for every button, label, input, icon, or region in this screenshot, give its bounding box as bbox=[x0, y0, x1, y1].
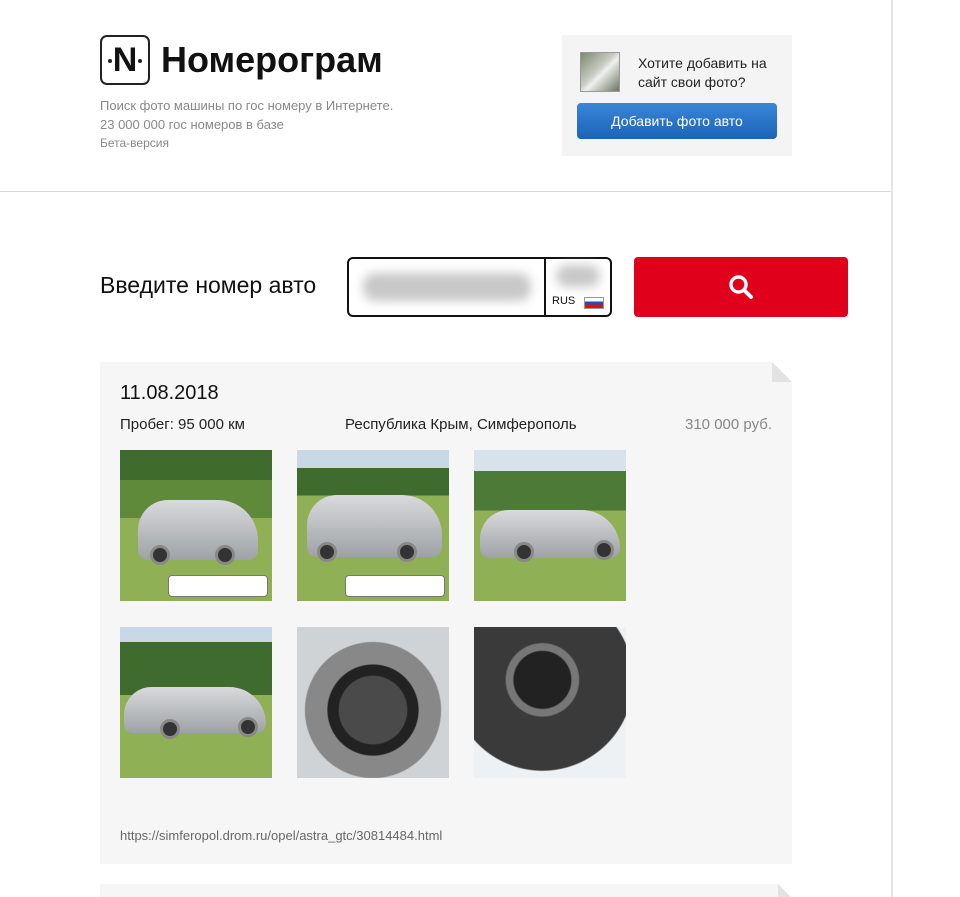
car-photo-4[interactable] bbox=[120, 627, 272, 778]
tagline-line-2: 23 000 000 гос номеров в базе bbox=[100, 117, 284, 132]
listing-mileage: Пробег: 95 000 км bbox=[120, 416, 245, 433]
blurred-plate-tag bbox=[168, 575, 268, 597]
search-icon bbox=[729, 275, 753, 299]
car-photo-2[interactable] bbox=[297, 450, 449, 601]
plate-number-area[interactable] bbox=[349, 259, 546, 315]
car-photo-3[interactable] bbox=[474, 450, 626, 601]
listing-location: Республика Крым, Симферополь bbox=[345, 416, 577, 433]
promo-car-thumbnail bbox=[580, 52, 620, 92]
plate-country-code: RUS bbox=[552, 295, 576, 307]
site-header: N Номерограм Поиск фото машины по гос но… bbox=[0, 0, 891, 192]
card-corner-fold bbox=[772, 362, 792, 382]
car-photo-1[interactable] bbox=[120, 450, 272, 601]
logo-letter: N bbox=[112, 41, 138, 79]
plate-input-field[interactable]: RUS bbox=[347, 257, 612, 317]
russia-flag-icon bbox=[584, 297, 604, 309]
listing-card: 11.08.2018 Пробег: 95 000 км Республика … bbox=[100, 362, 792, 864]
next-listing-card bbox=[100, 884, 792, 897]
plate-region-area[interactable]: RUS bbox=[548, 259, 610, 315]
card-corner-fold bbox=[778, 884, 792, 897]
blurred-plate-number bbox=[363, 273, 531, 301]
search-label: Введите номер авто bbox=[100, 272, 317, 298]
page-right-border bbox=[891, 0, 893, 897]
listing-source-link[interactable]: https://simferopol.drom.ru/opel/astra_gt… bbox=[120, 828, 442, 843]
site-tagline: Поиск фото машины по гос номеру в Интерн… bbox=[100, 96, 393, 134]
blurred-region-code bbox=[556, 265, 600, 287]
tagline-line-1: Поиск фото машины по гос номеру в Интерн… bbox=[100, 98, 394, 113]
car-photo-6[interactable] bbox=[474, 627, 626, 778]
promo-text: Хотите добавить на сайт свои фото? bbox=[638, 55, 767, 90]
logo-icon[interactable]: N bbox=[100, 35, 150, 85]
add-photo-promo: Хотите добавить на сайт свои фото? Добав… bbox=[562, 35, 792, 156]
car-photo-5[interactable] bbox=[297, 627, 449, 778]
site-title[interactable]: Номерограм bbox=[161, 39, 383, 81]
search-button[interactable] bbox=[634, 257, 848, 317]
listing-date: 11.08.2018 bbox=[120, 382, 219, 404]
listing-price: 310 000 руб. bbox=[685, 416, 772, 433]
add-photo-button[interactable]: Добавить фото авто bbox=[577, 103, 777, 139]
blurred-plate-tag bbox=[345, 575, 445, 597]
beta-label: Бета-версия bbox=[100, 136, 169, 150]
